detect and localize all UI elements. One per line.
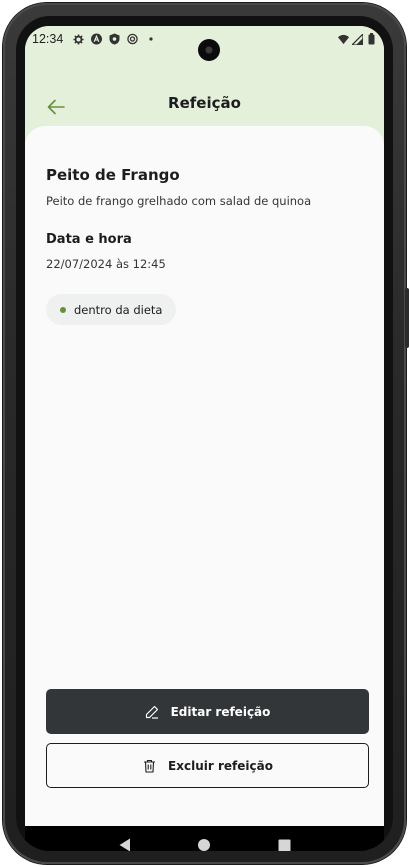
home-nav-icon — [197, 837, 211, 852]
system-nav-bar — [25, 826, 384, 851]
page-title: Refeição — [168, 94, 241, 112]
nav-back-button[interactable] — [112, 833, 138, 851]
status-left-icons — [73, 33, 156, 45]
meal-name: Peito de Frango — [46, 166, 180, 184]
datetime-label: Data e hora — [46, 232, 132, 247]
delete-meal-button[interactable]: Excluir refeição — [46, 743, 369, 788]
edit-meal-label: Editar refeição — [170, 704, 271, 719]
back-nav-icon — [119, 837, 131, 851]
delete-meal-label: Excluir refeição — [168, 758, 273, 773]
pencil-icon — [145, 705, 159, 719]
diet-status-text: dentro da dieta — [74, 302, 163, 317]
device-bezel: 12:34 Refeição Peito de Frango Peito de … — [16, 16, 393, 851]
a-badge-icon — [91, 33, 103, 45]
edit-meal-button[interactable]: Editar refeição — [46, 689, 369, 734]
phone-frame: 12:34 Refeição Peito de Frango Peito de … — [3, 3, 409, 864]
wifi-icon — [338, 34, 349, 45]
diet-status-badge: dentro da dieta — [46, 294, 177, 325]
status-time: 12:34 — [32, 32, 64, 46]
nav-home-button[interactable] — [191, 833, 217, 851]
sync-icon — [127, 33, 139, 45]
recents-nav-icon — [278, 837, 291, 851]
shield-icon — [109, 33, 120, 45]
meal-details: Peito de Frango Peito de frango grelhado… — [25, 126, 384, 826]
power-button — [405, 288, 409, 348]
settings-icon — [73, 33, 84, 45]
nav-recents-button[interactable] — [271, 833, 297, 851]
battery-icon — [366, 33, 377, 45]
status-right-icons — [338, 33, 377, 45]
datetime-value: 22/07/2024 às 12:45 — [46, 257, 166, 271]
trash-icon — [142, 759, 156, 773]
status-dot-icon — [60, 306, 66, 313]
meal-description: Peito de frango grelhado com salad de qu… — [46, 194, 312, 208]
dot-icon — [145, 34, 156, 45]
app-screen: 12:34 Refeição Peito de Frango Peito de … — [25, 26, 384, 826]
signal-icon — [352, 33, 363, 45]
front-camera — [198, 39, 220, 61]
